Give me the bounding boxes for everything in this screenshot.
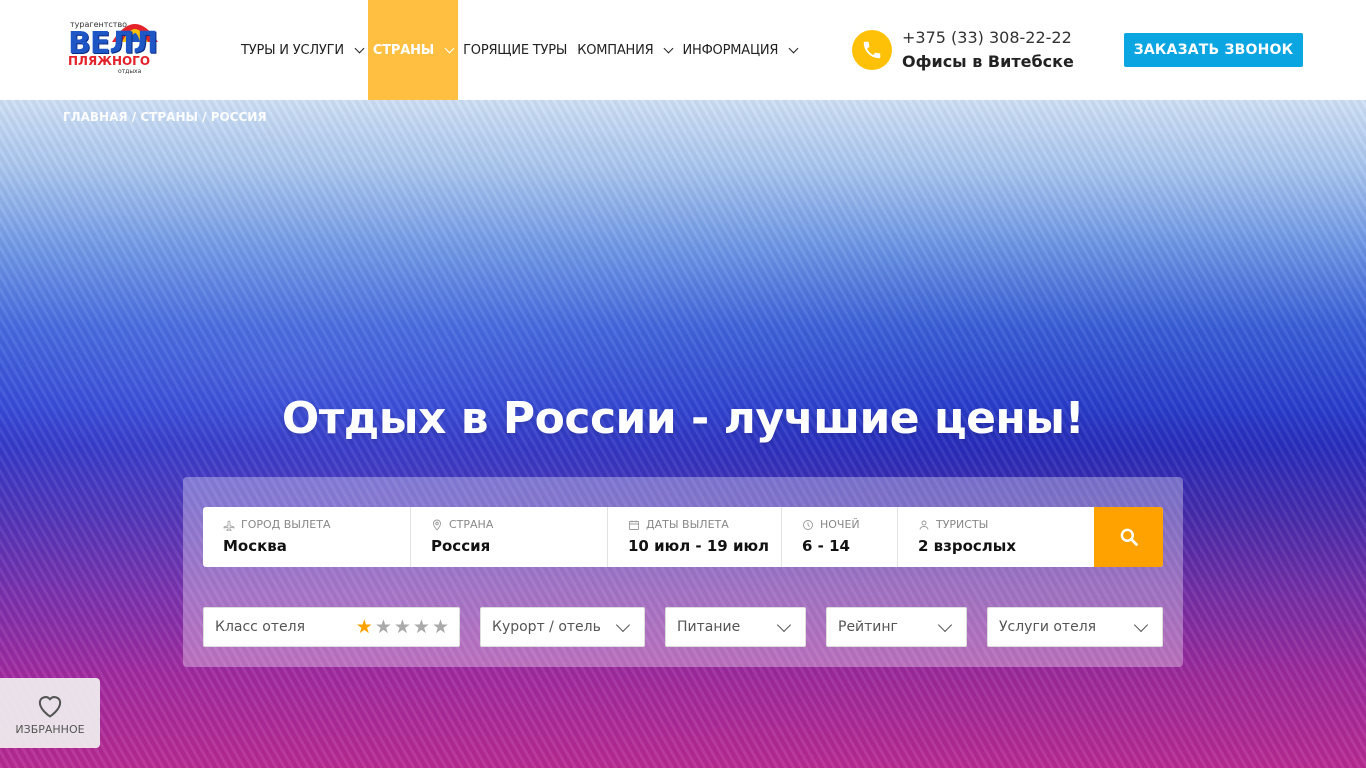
nav-item-hot-tours[interactable]: Горящие туры	[458, 0, 572, 100]
chevron-down-icon	[664, 43, 674, 53]
user-icon	[919, 520, 929, 530]
breadcrumb-separator: /	[127, 110, 141, 124]
favorites-button[interactable]: Избранное	[0, 678, 100, 748]
clock-icon	[803, 519, 813, 530]
search-icon	[1120, 528, 1138, 546]
tourists-field[interactable]: Туристы 2 взрослых	[898, 507, 1094, 567]
chevron-down-icon	[937, 617, 953, 633]
chevron-down-icon	[354, 43, 365, 53]
tour-search-panel: Город вылета Москва Страна Россия Даты в…	[183, 477, 1183, 667]
calendar-icon	[629, 520, 639, 530]
chevron-down-icon	[788, 43, 799, 53]
departure-dates-field[interactable]: Даты вылета 10 июл - 19 июл	[608, 507, 782, 567]
star-icon[interactable]: ★	[413, 618, 430, 637]
star-icon[interactable]: ★	[432, 618, 449, 637]
search-bar: Город вылета Москва Страна Россия Даты в…	[203, 507, 1163, 567]
offices-link[interactable]: Офисы в Витебске	[902, 52, 1074, 71]
nav-item-countries[interactable]: Страны	[367, 0, 459, 100]
star-rating[interactable]: ★ ★ ★ ★ ★	[356, 618, 449, 637]
order-callback-button[interactable]: Заказать звонок	[1124, 33, 1303, 67]
star-icon[interactable]: ★	[375, 618, 392, 637]
chevron-down-icon	[444, 43, 455, 53]
phone-icon[interactable]	[852, 30, 892, 70]
chevron-down-icon	[1133, 617, 1149, 633]
nav-item-label: Горящие туры	[463, 42, 568, 58]
field-label: Даты вылета	[646, 518, 729, 531]
meal-select[interactable]: Питание	[665, 607, 806, 647]
nav-item-information[interactable]: Информация	[677, 0, 802, 100]
nav-item-tours-services[interactable]: Туры и услуги	[236, 0, 368, 100]
site-logo[interactable]: турагентство ВЕЛЛ ПЛЯЖНОГО отдыха	[66, 14, 162, 76]
site-header: турагентство ВЕЛЛ ПЛЯЖНОГО отдыха Туры и…	[0, 0, 1366, 100]
field-value: 10 июл - 19 июл	[628, 537, 770, 555]
favorites-label: Избранное	[15, 722, 85, 736]
field-value: 6 - 14	[802, 537, 850, 555]
field-label: Страна	[449, 518, 494, 531]
heart-icon	[38, 695, 62, 718]
breadcrumb-separator: /	[197, 110, 211, 124]
main-nav: Туры и услуги Страны Горящие туры Компан…	[236, 0, 802, 100]
nav-item-label: Информация	[682, 42, 779, 58]
country-field[interactable]: Страна Россия	[411, 507, 608, 567]
hotel-services-select[interactable]: Услуги отеля	[987, 607, 1163, 647]
breadcrumb-current: Россия	[210, 110, 267, 124]
plane-icon	[223, 520, 235, 531]
nav-item-label: Страны	[372, 42, 435, 58]
nights-field[interactable]: Ночей 6 - 14	[782, 507, 898, 567]
field-value: 2 взрослых	[918, 537, 1017, 555]
select-placeholder: Курорт / отель	[492, 619, 601, 635]
select-placeholder: Питание	[677, 619, 741, 635]
phone-number[interactable]: +375 (33) 308-22-22	[902, 28, 1072, 47]
breadcrumb-countries[interactable]: Страны	[140, 110, 198, 124]
field-label: Туристы	[936, 518, 989, 531]
nav-item-label: Туры и услуги	[241, 42, 344, 58]
filter-label: Класс отеля	[215, 619, 306, 635]
field-label: Город вылета	[241, 518, 331, 531]
star-icon[interactable]: ★	[394, 618, 411, 637]
breadcrumb: Главная / Страны / Россия	[63, 110, 267, 124]
field-value: Россия	[431, 537, 491, 555]
hotel-class-filter[interactable]: Класс отеля ★ ★ ★ ★ ★	[203, 607, 460, 647]
star-icon[interactable]: ★	[356, 618, 373, 637]
breadcrumb-home[interactable]: Главная	[63, 110, 128, 124]
logo-tiny-text: отдыха	[118, 68, 142, 75]
chevron-down-icon	[615, 617, 631, 633]
nav-item-company[interactable]: Компания	[572, 0, 677, 100]
field-label: Ночей	[820, 518, 860, 531]
chevron-down-icon	[776, 617, 792, 633]
resort-hotel-select[interactable]: Курорт / отель	[480, 607, 645, 647]
field-value: Москва	[223, 537, 287, 555]
rating-select[interactable]: Рейтинг	[826, 607, 967, 647]
search-button[interactable]	[1094, 507, 1163, 567]
select-placeholder: Рейтинг	[838, 619, 898, 635]
select-placeholder: Услуги отеля	[999, 619, 1097, 635]
departure-city-field[interactable]: Город вылета Москва	[203, 507, 411, 567]
nav-item-label: Компания	[577, 42, 654, 58]
location-pin-icon	[433, 519, 441, 531]
page-title: Отдых в России - лучшие цены!	[281, 393, 1085, 444]
logo-sub-text: ПЛЯЖНОГО	[68, 54, 151, 68]
